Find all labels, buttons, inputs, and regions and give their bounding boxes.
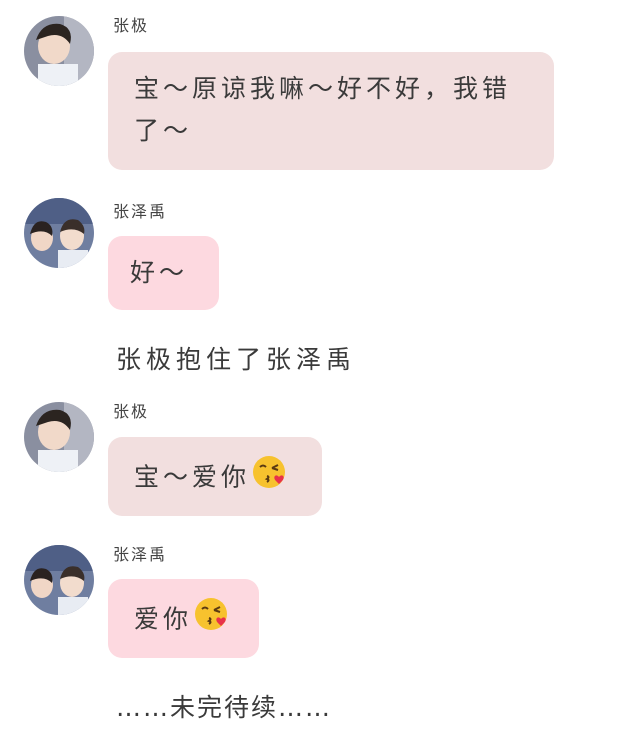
message-bubble[interactable]: 好～ — [108, 236, 219, 310]
message-text: 爱你 — [134, 604, 193, 634]
avatar-zhangzeyu[interactable] — [24, 198, 94, 268]
sender-name: 张泽禹 — [113, 202, 168, 221]
kissing-face-emoji — [252, 455, 286, 502]
avatar-zhangji[interactable] — [24, 16, 94, 86]
to-be-continued-text: ……未完待续…… — [116, 693, 333, 722]
sender-name: 张泽禹 — [113, 545, 168, 564]
avatar-zhangji[interactable] — [24, 402, 94, 472]
message-text: 宝～原谅我嘛～好不好，我错了～ — [134, 74, 512, 145]
message-bubble[interactable]: 宝～爱你 — [108, 437, 322, 516]
sender-name: 张极 — [113, 402, 150, 421]
message-text: 宝～爱你 — [134, 462, 251, 492]
message-text: 好～ — [130, 258, 189, 287]
narration-text: 张极抱住了张泽禹 — [116, 345, 357, 374]
sender-name: 张极 — [113, 16, 150, 35]
kissing-face-emoji — [194, 597, 228, 644]
avatar-zhangzeyu[interactable] — [24, 545, 94, 615]
message-bubble[interactable]: 宝～原谅我嘛～好不好，我错了～ — [108, 52, 554, 170]
message-bubble[interactable]: 爱你 — [108, 579, 259, 658]
